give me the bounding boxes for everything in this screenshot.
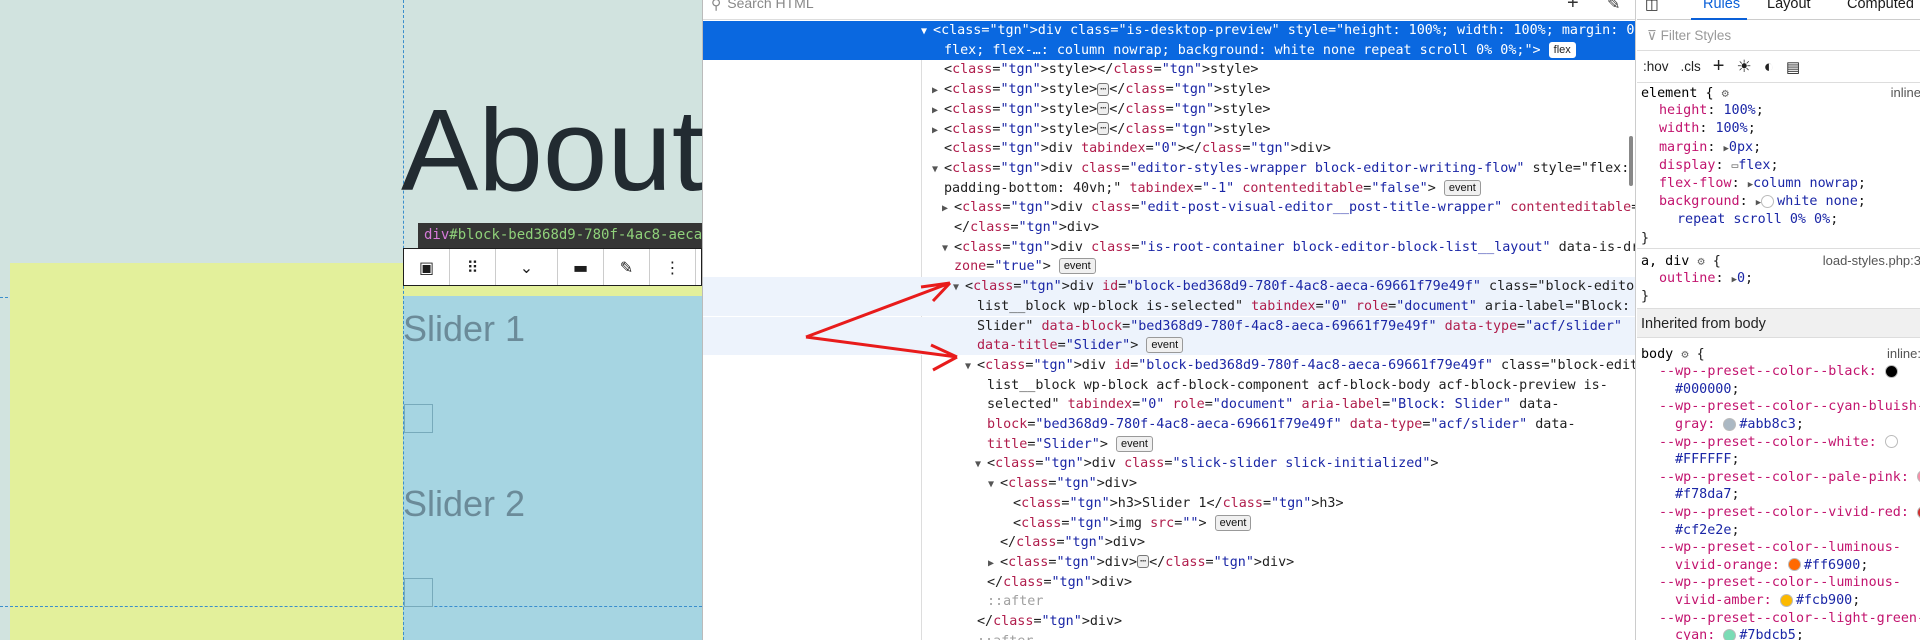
block-toolbar: ▣ ⠿ ⌄ ▬ ✎ ⋮ [403,248,702,286]
body-rule-header[interactable]: body ⚙ {inline: [1637,345,1920,364]
css-variable-value[interactable]: #cf2e2e; [1637,522,1920,540]
guide-line [0,606,702,607]
css-variable[interactable]: --wp--preset--color--white: [1637,434,1920,452]
css-variable-value[interactable]: #FFFFFF; [1637,451,1920,469]
css-declaration[interactable]: margin: ▶0px; [1637,139,1920,158]
markup-view: ⚲ Search HTML + ✎ ▼ <class="tgn">div clas… [703,0,1636,640]
active-tab-indicator [1691,18,1747,20]
css-variable-value[interactable]: #f78da7; [1637,486,1920,504]
cls-button[interactable]: .cls [1681,59,1701,74]
css-declaration[interactable]: outline: ▶0; [1637,270,1920,289]
move-down-icon[interactable]: ⌄ [496,249,558,285]
tooltip-id: #block-bed368d9-780f-4ac8-aeca-69661f79e… [449,227,702,243]
css-declaration[interactable]: background: ▶ white none; [1637,193,1920,212]
css-variable[interactable]: --wp--preset--color--cyan-bluish- [1637,398,1920,416]
block-type-icon[interactable]: ▣ [404,249,450,285]
tab-rules[interactable]: Rules [1703,0,1740,12]
slide-heading[interactable]: Slider 2 [403,483,525,525]
add-rule-button[interactable]: + [1713,55,1725,78]
screen: About ▣ ⠿ ⌄ ▬ ✎ ⋮ div#block-bed368d9-780… [0,0,1920,640]
light-mode-icon[interactable]: ☀ [1736,57,1751,77]
css-variable-value[interactable]: cyan: #7bdcb5; [1637,627,1920,640]
devtools-panel: ⚲ Search HTML + ✎ ▼ <class="tgn">div clas… [702,0,1920,640]
page-title[interactable]: About [401,92,702,208]
a-div-rule-header[interactable]: a, div ⚙ {load-styles.php:3 [1637,252,1920,271]
css-variable[interactable]: --wp--preset--color--luminous- [1637,539,1920,557]
css-variable[interactable]: --wp--preset--color--pale-pink: [1637,469,1920,487]
rules-toolbar: :hov .cls + ☀ ◐ ▤ [1637,51,1920,83]
tooltip-tag: div [424,227,450,243]
css-declaration[interactable]: flex-flow: ▶column nowrap; [1637,175,1920,194]
element-tooltip: div#block-bed368d9-780f-4ac8-aeca-69661f… [418,223,702,248]
rule-close[interactable]: } [1637,288,1920,306]
sidebar-tabs: ◫ Rules Layout Computed [1637,0,1920,20]
tab-computed[interactable]: Computed [1847,0,1914,12]
css-variable[interactable]: --wp--preset--color--black: [1637,363,1920,381]
rule-separator [1637,247,1920,249]
inherited-header: Inherited from body [1637,308,1920,338]
css-declaration[interactable]: repeat scroll 0% 0%; [1637,211,1920,229]
css-variable-value[interactable]: gray: #abb8c3; [1637,416,1920,434]
css-declaration[interactable]: display: ▭flex; [1637,157,1920,175]
slide-heading[interactable]: Slider 1 [403,308,525,350]
tab-layout[interactable]: Layout [1767,0,1811,12]
dark-mode-icon[interactable]: ◐ [1764,57,1774,77]
filter-icon: ⊽ [1647,28,1661,43]
editor-preview: About ▣ ⠿ ⌄ ▬ ✎ ⋮ div#block-bed368d9-780… [0,0,702,640]
drag-handle-icon[interactable]: ⠿ [450,249,496,285]
css-declaration[interactable]: width: 100%; [1637,120,1920,138]
rule-close[interactable]: } [1637,230,1920,248]
css-variable[interactable]: --wp--preset--color--light-green- [1637,610,1920,628]
slide-image[interactable] [404,578,433,607]
slide-image[interactable] [404,404,433,433]
filter-styles-input[interactable]: ⊽ Filter Styles [1637,20,1920,51]
edit-icon[interactable]: ✎ [604,249,650,285]
annotation-arrow [805,335,958,372]
annotation-arrows [805,281,958,372]
annotation-arrow [805,281,952,339]
panel-icon[interactable]: ◫ [1645,0,1659,13]
css-variable[interactable]: --wp--preset--color--luminous- [1637,574,1920,592]
css-declaration[interactable]: height: 100%; [1637,102,1920,120]
print-mode-icon[interactable]: ▤ [1786,58,1800,76]
element-rule-header[interactable]: element { ⚙ inline [1637,84,1920,103]
css-variable-value[interactable]: vivid-orange: #ff6900; [1637,557,1920,575]
css-variable-value[interactable]: #000000; [1637,381,1920,399]
hov-button[interactable]: :hov [1643,59,1669,74]
css-variable[interactable]: --wp--preset--color--vivid-red: [1637,504,1920,522]
align-icon[interactable]: ▬ [558,249,604,285]
filter-placeholder: Filter Styles [1660,28,1732,43]
more-options-icon[interactable]: ⋮ [650,249,696,285]
css-variable-value[interactable]: vivid-amber: #fcb900; [1637,592,1920,610]
rules-panel: ◫ Rules Layout Computed ⊽ Filter Styles … [1637,0,1920,640]
